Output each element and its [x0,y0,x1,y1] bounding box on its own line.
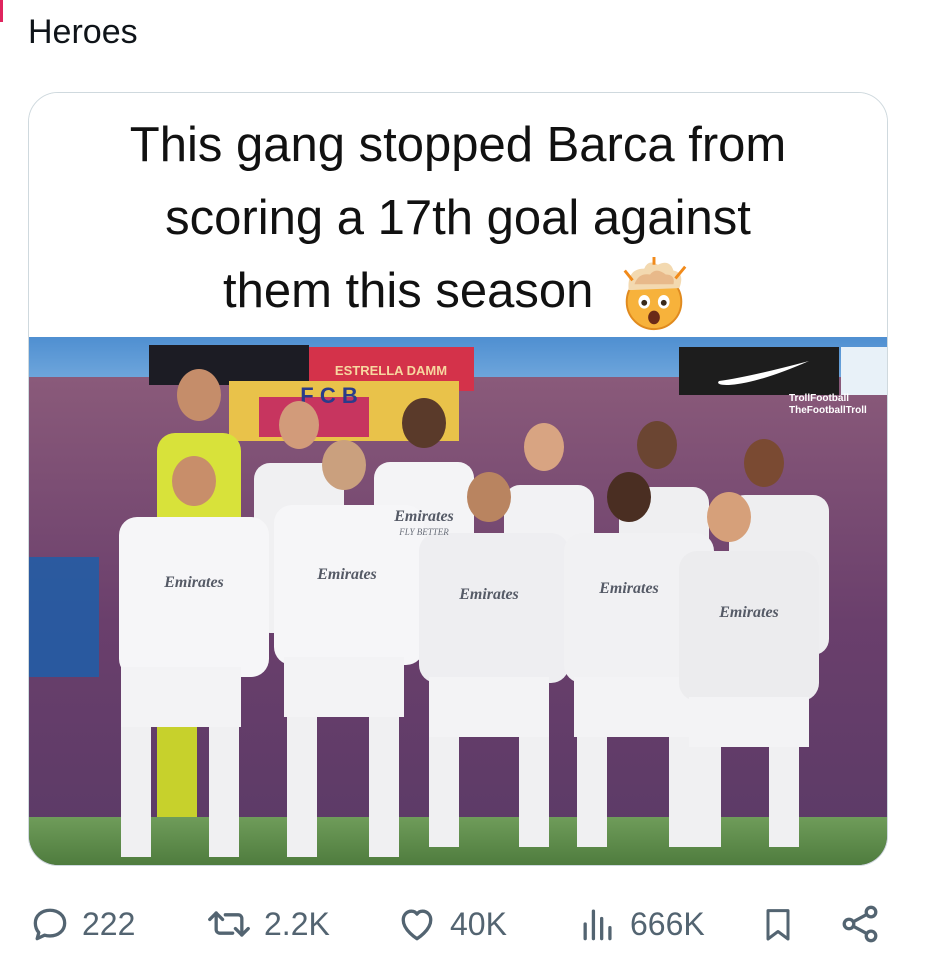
meme-caption-line-3: them this season [69,255,847,333]
shirt-sponsor-4: Emirates [458,586,519,603]
meme-caption-line-1: This gang stopped Barca from [129,118,787,172]
meme-caption: This gang stopped Barca from scoring a 1… [69,109,847,333]
watermark-line-1: TrollFootball [789,393,849,404]
reply-count: 222 [82,905,136,942]
analytics-icon [583,909,612,941]
reply-button[interactable]: 222 [28,896,135,952]
shirt-sponsor-2: Emirates [316,566,377,583]
bookmark-button[interactable] [758,896,798,952]
watermark-line-2: TheFootballTroll [789,405,867,416]
meme-caption-line-2: scoring a 17th goal against [165,191,751,245]
reply-icon [33,908,67,941]
thread-line [0,0,3,22]
repost-icon [208,911,250,937]
shirt-sponsor-6: Emirates [718,604,779,621]
exploding-head-icon [623,257,687,331]
media-card[interactable]: This gang stopped Barca from scoring a 1… [28,92,888,866]
repost-button[interactable]: 2.2K [204,896,330,952]
team-photo-illustration: ESTRELLA DAMM F C B TrollFootball TheFoo… [29,337,887,865]
shirt-tagline: FLY BETTER [398,527,449,537]
meme-caption-line-3-text: them this season [222,264,594,318]
sponsor-banner-text: ESTRELLA DAMM [335,363,447,378]
share-icon [842,905,878,943]
like-button[interactable]: 40K [394,896,507,952]
shirt-sponsor-5: Emirates [598,580,659,597]
tweet-text: Heroes [28,13,138,51]
team-photo: ESTRELLA DAMM F C B TrollFootball TheFoo… [29,337,887,865]
shirt-sponsor-1: Emirates [163,574,224,591]
repost-count: 2.2K [264,905,330,942]
heart-icon [401,909,433,941]
share-button[interactable] [838,896,882,952]
views-count: 666K [630,905,705,942]
tweet-actions: 222 2.2K 40K 666K [28,896,898,956]
views-button[interactable]: 666K [576,896,705,952]
bookmark-icon [766,909,790,941]
meme-caption-area: This gang stopped Barca from scoring a 1… [29,93,887,337]
like-count: 40K [450,905,507,942]
shirt-sponsor-3: Emirates [393,508,454,525]
